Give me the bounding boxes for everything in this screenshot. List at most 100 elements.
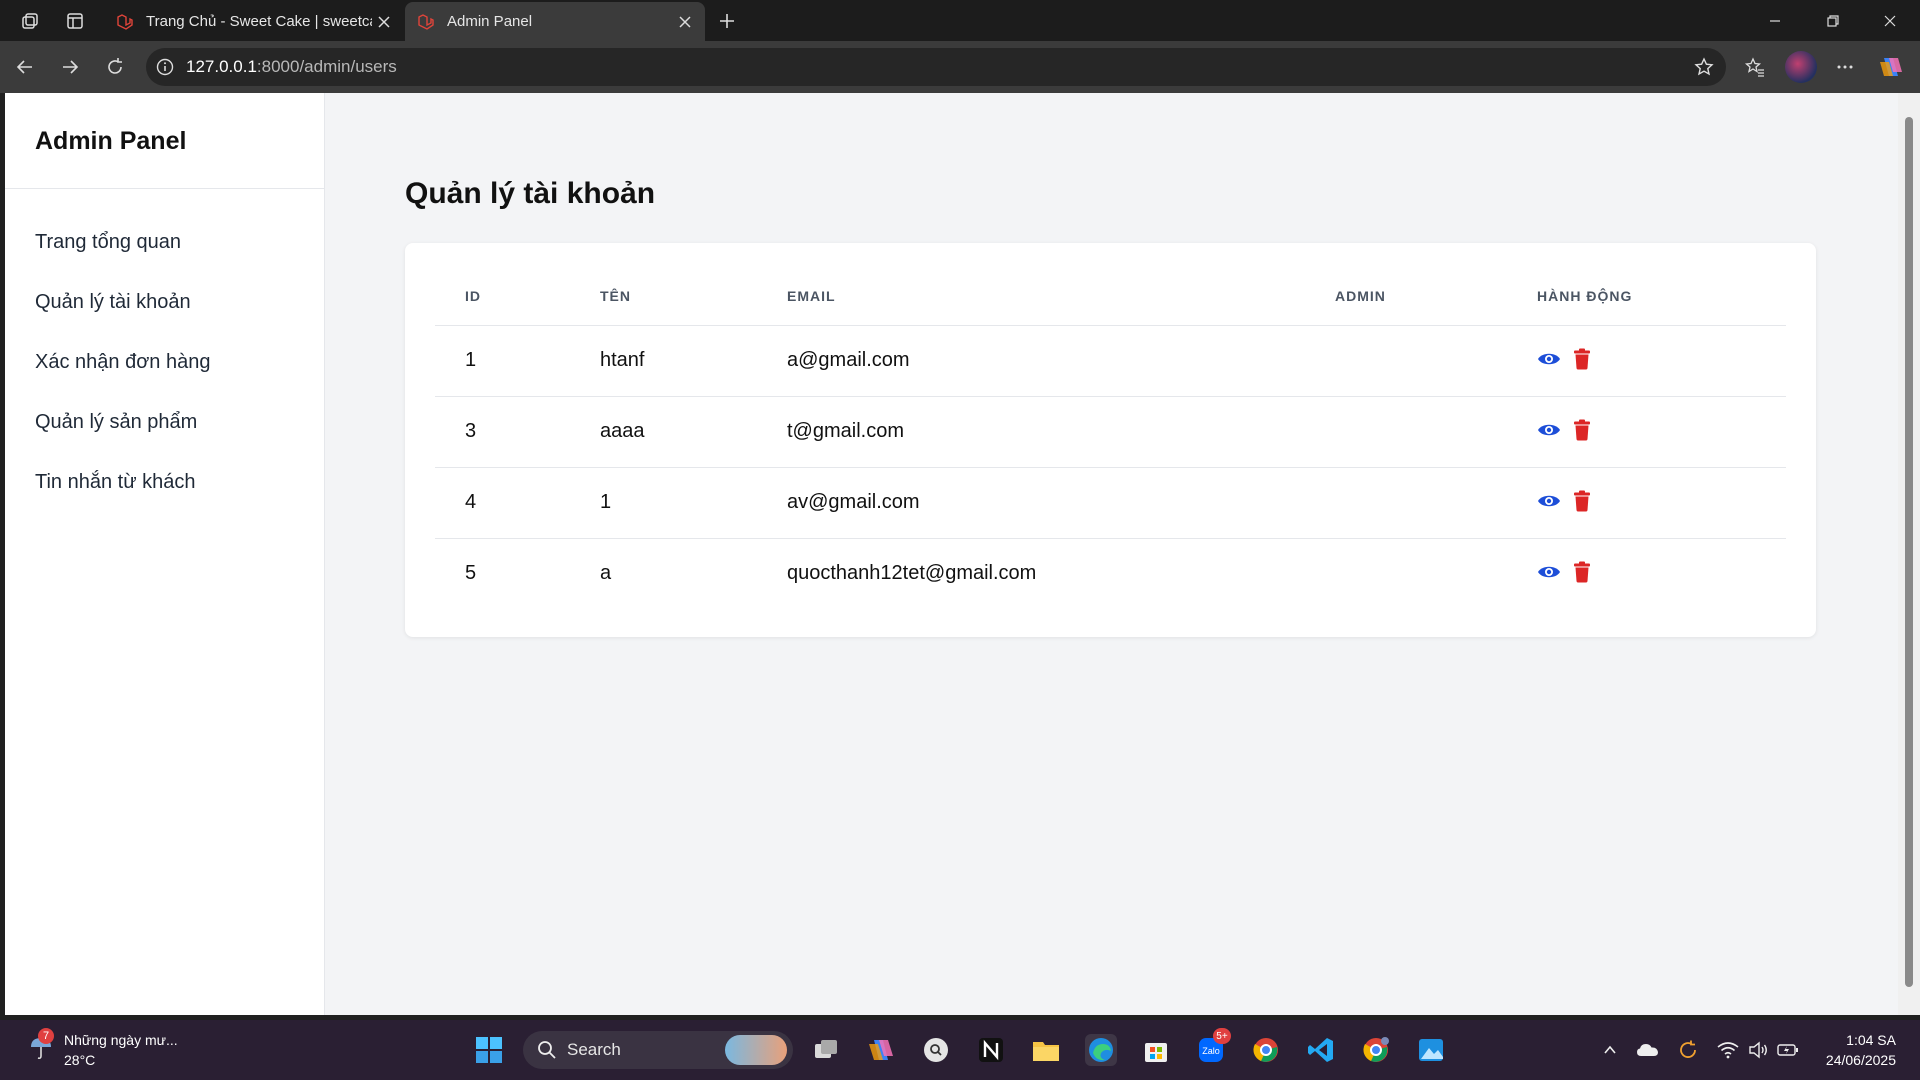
sidebar-item-products[interactable]: Quản lý sản phẩm <box>35 411 197 434</box>
browser-toolbar: 127.0.0.1:8000/admin/users <box>0 41 1920 93</box>
favorites-icon[interactable] <box>1740 52 1770 82</box>
restore-icon[interactable] <box>1818 6 1848 36</box>
view-eye-icon[interactable] <box>1537 350 1561 368</box>
workspaces-icon[interactable] <box>16 8 44 34</box>
column-header-admin: ADMIN <box>1305 267 1507 326</box>
edge-browser-icon[interactable] <box>1085 1034 1117 1066</box>
notion-icon[interactable] <box>975 1034 1007 1066</box>
laravel-favicon-icon <box>415 11 437 33</box>
sync-update-icon[interactable] <box>1672 1034 1704 1066</box>
view-eye-icon[interactable] <box>1537 421 1561 439</box>
sidebar-item-accounts[interactable]: Quản lý tài khoản <box>35 291 191 314</box>
chrome-profile-icon[interactable] <box>1360 1034 1392 1066</box>
back-icon[interactable] <box>10 52 40 82</box>
weather-rain-icon: 7 <box>24 1028 58 1064</box>
cell-email: t@gmail.com <box>757 396 1305 468</box>
tab-sweet-cake[interactable]: Trang Chủ - Sweet Cake | sweetca <box>104 2 404 41</box>
column-header-actions: HÀNH ĐỘNG <box>1507 267 1786 326</box>
cell-name: 1 <box>570 467 757 539</box>
cell-actions <box>1507 325 1786 397</box>
chrome-icon[interactable] <box>1250 1034 1282 1066</box>
cell-actions <box>1507 538 1786 609</box>
sidebar-item-order-confirm[interactable]: Xác nhận đơn hàng <box>35 351 210 374</box>
chevron-up-icon[interactable] <box>1594 1034 1626 1066</box>
browser-tab-strip: Trang Chủ - Sweet Cake | sweetca Admin P… <box>0 0 1920 41</box>
column-header-name: TÊN <box>570 267 757 326</box>
microsoft-store-icon[interactable] <box>1140 1034 1172 1066</box>
profile-avatar[interactable] <box>1785 51 1817 83</box>
tab-title: Trang Chủ - Sweet Cake | sweetca <box>146 13 372 30</box>
magnifier-app-icon[interactable] <box>920 1034 952 1066</box>
volume-icon[interactable] <box>1742 1034 1774 1066</box>
tab-close-icon[interactable] <box>372 10 396 34</box>
photos-app-icon[interactable] <box>1415 1034 1447 1066</box>
cell-name: a <box>600 562 612 585</box>
table-row: 4 1 av@gmail.com <box>435 467 1786 539</box>
copilot-icon[interactable] <box>1876 52 1906 82</box>
tab-admin-panel[interactable]: Admin Panel <box>405 2 705 41</box>
view-eye-icon[interactable] <box>1537 563 1561 581</box>
view-eye-icon[interactable] <box>1537 492 1561 510</box>
clock-date: 24/06/2025 <box>1825 1052 1896 1068</box>
zalo-icon[interactable]: Zalo 5+ <box>1195 1028 1231 1066</box>
cell-actions <box>1507 396 1786 468</box>
tab-close-icon[interactable] <box>673 10 697 34</box>
cell-email: a@gmail.com <box>757 325 1305 397</box>
battery-icon[interactable] <box>1772 1034 1804 1066</box>
delete-trash-icon[interactable] <box>1573 490 1591 512</box>
cell-admin <box>1305 325 1507 397</box>
sidebar-item-dashboard[interactable]: Trang tổng quan <box>35 231 181 254</box>
column-header-email: EMAIL <box>757 267 1305 326</box>
cell-name: htanf <box>570 325 757 397</box>
zalo-badge: 5+ <box>1213 1028 1231 1044</box>
tab-title: Admin Panel <box>447 13 533 30</box>
sidebar: Admin Panel Trang tổng quan Quản lý tài … <box>5 93 325 1015</box>
task-view-icon[interactable] <box>810 1034 842 1066</box>
sidebar-divider <box>5 188 325 189</box>
cell-actions <box>1507 467 1786 539</box>
svg-text:Zalo: Zalo <box>1202 1046 1220 1056</box>
file-explorer-icon[interactable] <box>1030 1034 1062 1066</box>
wifi-icon[interactable] <box>1712 1034 1744 1066</box>
new-tab-icon[interactable] <box>713 7 741 35</box>
page-scrollbar[interactable] <box>1898 93 1920 1015</box>
delete-trash-icon[interactable] <box>1573 561 1591 583</box>
cell-admin <box>1305 467 1507 539</box>
weather-widget[interactable]: 7 Những ngày mư... 28°C <box>24 1028 178 1070</box>
cell-id: 5 <box>465 562 477 585</box>
taskbar-search[interactable]: Search <box>523 1031 793 1069</box>
copilot-app-icon[interactable] <box>865 1034 897 1066</box>
search-highlight-icon <box>725 1035 787 1065</box>
forward-icon[interactable] <box>55 52 85 82</box>
url-host: 127.0.0.1 <box>186 57 257 76</box>
reload-icon[interactable] <box>100 52 130 82</box>
clock-time: 1:04 SA <box>1846 1032 1896 1048</box>
cell-email: av@gmail.com <box>757 467 1305 539</box>
address-bar[interactable]: 127.0.0.1:8000/admin/users <box>146 48 1726 86</box>
table-row: 3 aaaa t@gmail.com <box>435 396 1786 468</box>
table-row: 5 a quocthanh12tet@gmail.com <box>435 538 1786 609</box>
cell-admin <box>1305 538 1507 609</box>
users-table-card: ID TÊN EMAIL ADMIN HÀNH ĐỘNG 1 htanf a@g… <box>405 243 1816 637</box>
weather-temperature: 28°C <box>64 1052 96 1068</box>
column-header-id: ID <box>435 267 570 326</box>
search-icon <box>537 1040 557 1060</box>
sidebar-item-messages[interactable]: Tin nhắn từ khách <box>35 471 196 494</box>
close-window-icon[interactable] <box>1875 6 1905 36</box>
vertical-tabs-icon[interactable] <box>61 8 89 34</box>
delete-trash-icon[interactable] <box>1573 419 1591 441</box>
favorite-star-icon[interactable] <box>1694 57 1714 77</box>
laravel-favicon-icon <box>114 11 136 33</box>
delete-trash-icon[interactable] <box>1573 348 1591 370</box>
search-label: Search <box>567 1040 621 1059</box>
cell-name: aaaa <box>570 396 757 468</box>
more-options-icon[interactable] <box>1830 52 1860 82</box>
site-info-icon[interactable] <box>156 58 174 76</box>
scrollbar-thumb[interactable] <box>1905 117 1913 987</box>
minimize-icon[interactable] <box>1760 6 1790 36</box>
url-path: :8000/admin/users <box>256 57 397 76</box>
vscode-icon[interactable] <box>1305 1034 1337 1066</box>
system-clock[interactable]: 1:04 SA 24/06/2025 <box>1826 1030 1896 1070</box>
windows-start-icon[interactable] <box>473 1034 505 1066</box>
onedrive-cloud-icon[interactable] <box>1632 1034 1664 1066</box>
